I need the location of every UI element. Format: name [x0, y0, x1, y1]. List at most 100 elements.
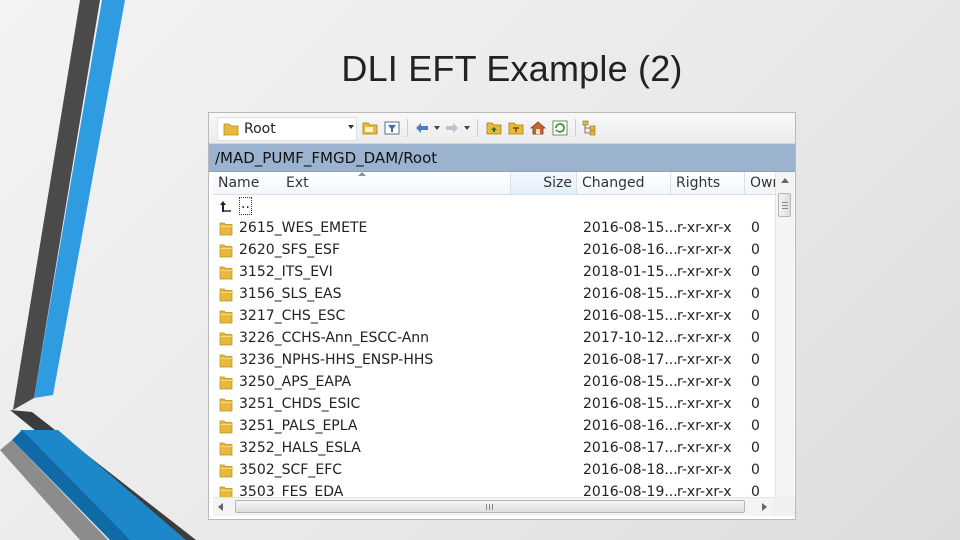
- back-dropdown-icon[interactable]: [434, 126, 440, 130]
- file-name: 3152_ITS_EVI: [239, 264, 333, 280]
- toolbar-separator: [477, 119, 478, 137]
- folder-icon: [219, 244, 233, 258]
- rights-cell: r-xr-xr-x: [677, 462, 732, 478]
- rights-cell: r-xr-xr-x: [677, 264, 732, 280]
- parent-directory-icon: [220, 201, 231, 212]
- owner-cell: 0: [751, 330, 760, 346]
- rights-cell: r-xr-xr-x: [677, 220, 732, 236]
- back-icon[interactable]: [413, 119, 431, 137]
- folder-open-icon[interactable]: [361, 119, 379, 137]
- scroll-left-icon[interactable]: [218, 503, 223, 511]
- rights-cell: r-xr-xr-x: [677, 286, 732, 302]
- path-text: /MAD_PUMF_FMGD_DAM/Root: [215, 149, 438, 167]
- path-bar[interactable]: /MAD_PUMF_FMGD_DAM/Root: [209, 144, 795, 172]
- table-row[interactable]: 3226_CCHS-Ann_ESCC-Ann 2017-10-12... r-xr-…: [213, 327, 775, 349]
- location-combo[interactable]: Root: [217, 117, 357, 141]
- column-ext[interactable]: Ext: [281, 172, 511, 194]
- rights-cell: r-xr-xr-x: [677, 330, 732, 346]
- changed-cell: 2016-08-15...: [583, 308, 678, 324]
- folder-icon: [219, 398, 233, 412]
- column-owner[interactable]: Owr: [745, 172, 775, 194]
- rights-cell: r-xr-xr-x: [677, 374, 732, 390]
- table-row[interactable]: 3250_APS_EAPA 2016-08-15... r-xr-xr-x 0: [213, 371, 775, 393]
- table-row[interactable]: 3251_CHDS_ESIC 2016-08-15... r-xr-xr-x 0: [213, 393, 775, 415]
- file-name: 3502_SCF_EFC: [239, 462, 343, 478]
- owner-cell: 0: [751, 462, 760, 478]
- file-name: 2615_WES_EMETE: [239, 220, 368, 236]
- changed-cell: 2016-08-15...: [583, 220, 678, 236]
- owner-cell: 0: [751, 220, 760, 236]
- filter-icon[interactable]: [383, 119, 401, 137]
- folder-icon: [219, 486, 233, 497]
- table-row[interactable]: 3152_ITS_EVI 2018-01-15... r-xr-xr-x 0: [213, 261, 775, 283]
- changed-cell: 2016-08-15...: [583, 374, 678, 390]
- folder-icon: [219, 354, 233, 368]
- combo-dropdown-icon[interactable]: [348, 125, 354, 129]
- rights-cell: r-xr-xr-x: [677, 242, 732, 258]
- parent-directory-icon[interactable]: [485, 119, 503, 137]
- sort-ascending-icon: [358, 172, 366, 176]
- refresh-icon[interactable]: [551, 119, 569, 137]
- rights-cell: r-xr-xr-x: [677, 484, 732, 497]
- rights-cell: r-xr-xr-x: [677, 352, 732, 368]
- file-browser-window: Root /MAD_PUMF_FMGD_DAM/Root Name Ext Si…: [208, 112, 796, 520]
- forward-icon[interactable]: [443, 119, 461, 137]
- column-name[interactable]: Name: [213, 172, 281, 194]
- file-name: 3251_CHDS_ESIC: [239, 396, 361, 412]
- owner-cell: 0: [751, 308, 760, 324]
- table-row[interactable]: 2620_SFS_ESF 2016-08-16... r-xr-xr-x 0: [213, 239, 775, 261]
- vertical-scrollbar[interactable]: [775, 172, 794, 497]
- table-row[interactable]: 3251_PALS_EPLA 2016-08-16... r-xr-xr-x 0: [213, 415, 775, 437]
- scroll-up-icon[interactable]: [781, 178, 789, 183]
- file-list: Name Ext Size Changed Rights Owr .. 2615_…: [213, 172, 795, 497]
- forward-dropdown-icon[interactable]: [464, 126, 470, 130]
- file-name: 3156_SLS_EAS: [239, 286, 342, 302]
- scroll-corner: [773, 497, 795, 516]
- scroll-right-icon[interactable]: [762, 503, 767, 511]
- file-name: 2620_SFS_ESF: [239, 242, 340, 258]
- rights-cell: r-xr-xr-x: [677, 396, 732, 412]
- owner-cell: 0: [751, 418, 760, 434]
- owner-cell: 0: [751, 440, 760, 456]
- column-header-row: Name Ext Size Changed Rights Owr: [213, 172, 775, 195]
- table-row[interactable]: 3503_FES_EDA 2016-08-19... r-xr-xr-x 0: [213, 481, 775, 497]
- table-row[interactable]: 3217_CHS_ESC 2016-08-15... r-xr-xr-x 0: [213, 305, 775, 327]
- file-name: 3251_PALS_EPLA: [239, 418, 358, 434]
- horizontal-scrollbar[interactable]: [213, 497, 773, 516]
- table-row[interactable]: 3252_HALS_ESLA 2016-08-17... r-xr-xr-x 0: [213, 437, 775, 459]
- owner-cell: 0: [751, 374, 760, 390]
- column-changed[interactable]: Changed: [577, 172, 671, 194]
- column-size[interactable]: Size: [511, 172, 577, 194]
- toolbar: Root: [209, 113, 795, 144]
- home-icon[interactable]: [529, 119, 547, 137]
- folder-icon: [219, 310, 233, 324]
- table-row[interactable]: 3156_SLS_EAS 2016-08-15... r-xr-xr-x 0: [213, 283, 775, 305]
- horizontal-scroll-thumb[interactable]: [235, 500, 745, 513]
- changed-cell: 2018-01-15...: [583, 264, 678, 280]
- changed-cell: 2016-08-17...: [583, 440, 678, 456]
- folder-icon: [219, 332, 233, 346]
- column-rights[interactable]: Rights: [671, 172, 745, 194]
- changed-cell: 2016-08-17...: [583, 352, 678, 368]
- table-row[interactable]: 2615_WES_EMETE 2016-08-15... r-xr-xr-x 0: [213, 217, 775, 239]
- file-name: 3226_CCHS-Ann_ESCC-Ann: [239, 330, 430, 346]
- tree-view-icon[interactable]: [581, 119, 599, 137]
- folder-icon: [219, 442, 233, 456]
- table-row[interactable]: 3236_NPHS-HHS_ENSP-HHS 2016-08-17... r-xr-…: [213, 349, 775, 371]
- changed-cell: 2017-10-12...: [583, 330, 678, 346]
- toolbar-separator: [407, 119, 408, 137]
- changed-cell: 2016-08-16...: [583, 418, 678, 434]
- file-name: 3236_NPHS-HHS_ENSP-HHS: [239, 352, 434, 368]
- folder-icon: [219, 266, 233, 280]
- owner-cell: 0: [751, 484, 760, 497]
- owner-cell: 0: [751, 396, 760, 412]
- changed-cell: 2016-08-15...: [583, 286, 678, 302]
- owner-cell: 0: [751, 264, 760, 280]
- changed-cell: 2016-08-19...: [583, 484, 678, 497]
- root-directory-icon[interactable]: [507, 119, 525, 137]
- parent-directory-row[interactable]: ..: [213, 195, 775, 217]
- location-combo-label: Root: [244, 121, 276, 137]
- owner-cell: 0: [751, 286, 760, 302]
- table-row[interactable]: 3502_SCF_EFC 2016-08-18... r-xr-xr-x 0: [213, 459, 775, 481]
- vertical-scroll-thumb[interactable]: [778, 193, 791, 217]
